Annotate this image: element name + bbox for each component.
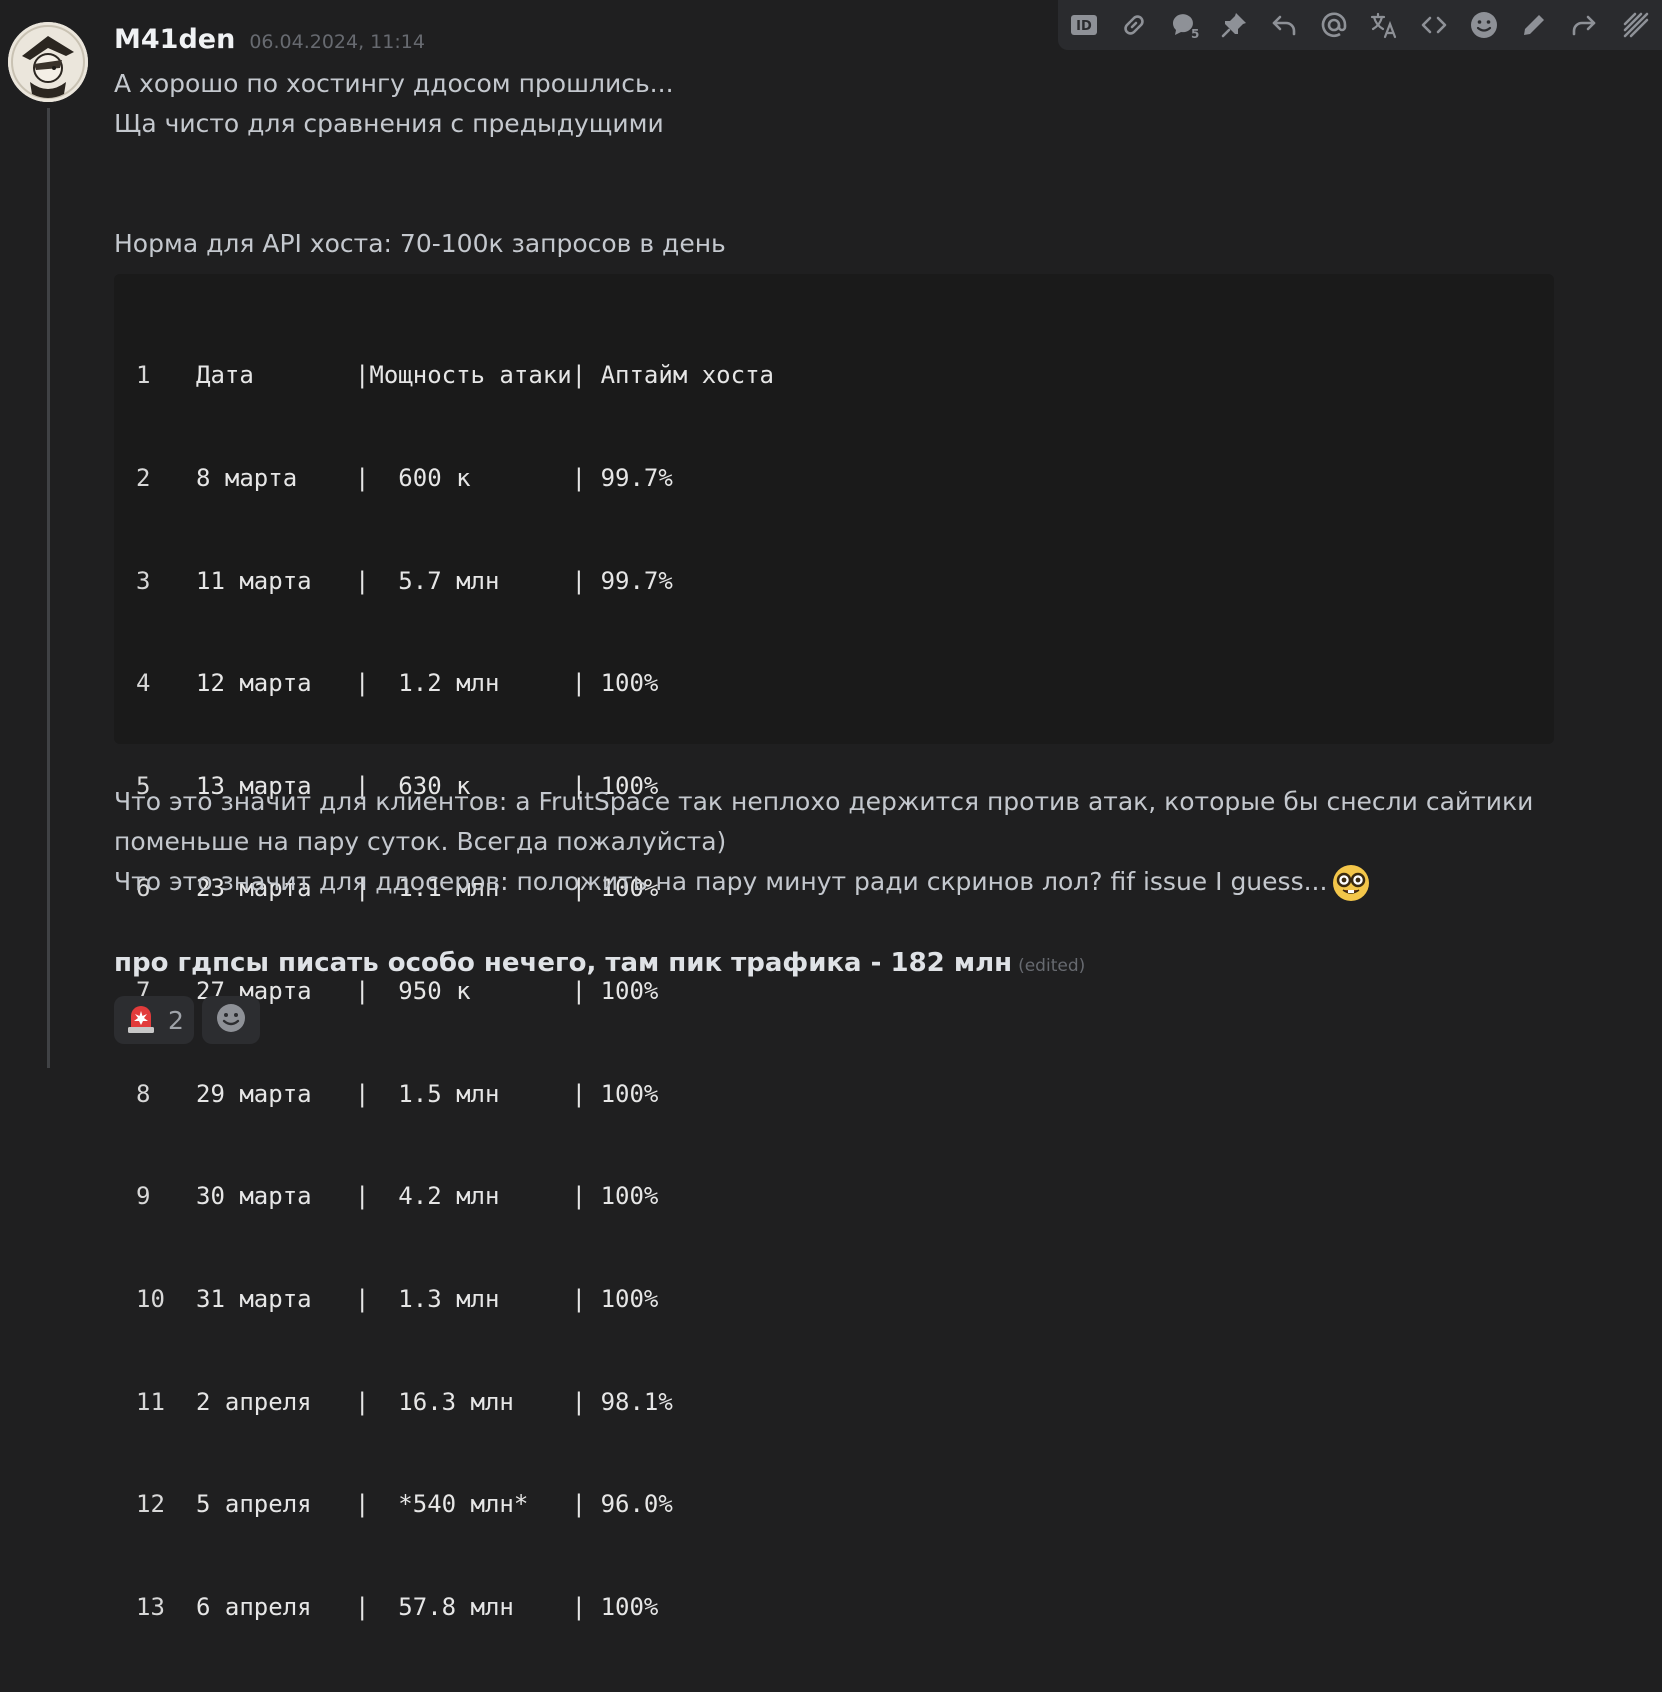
line-number: 2: [136, 464, 151, 493]
norm-line: Норма для API хоста: 70-100к запросов в …: [114, 229, 726, 258]
bold-text: про гдпсы писать особо нечего, там пик т…: [114, 948, 1013, 978]
line-number: 4: [136, 669, 151, 698]
reaction-siren[interactable]: 2: [114, 996, 194, 1044]
add-reaction-button[interactable]: [201, 996, 260, 1044]
line-number: 12: [136, 1490, 165, 1519]
code-row: 10 31 марта | 1.3 млн | 100%: [136, 1282, 1532, 1316]
code-text: 11 марта | 5.7 млн | 99.7%: [196, 566, 673, 595]
line-number: 9: [136, 1182, 151, 1211]
code-row: 3 11 марта | 5.7 млн | 99.7%: [136, 564, 1532, 598]
message: M41den 06.04.2024, 11:14 А хорошо по хос…: [114, 24, 1654, 1621]
code-row: 11 2 апреля | 16.3 млн | 98.1%: [136, 1385, 1532, 1419]
bold-line: про гдпсы писать особо нечего, там пик т…: [114, 943, 1654, 986]
message-header: M41den 06.04.2024, 11:14: [114, 24, 1654, 64]
code-text: 5 апреля | *540 млн* | 96.0%: [196, 1490, 673, 1519]
code-row: 13 6 апреля | 57.8 млн | 100%: [136, 1590, 1532, 1624]
avatar[interactable]: [8, 22, 88, 102]
nerd-face-emoji: [1331, 863, 1371, 903]
clients-line: Что это значит для клиентов: а FruitSpac…: [114, 787, 1534, 856]
line-number: 13: [136, 1592, 165, 1621]
edited-label: (edited): [1018, 956, 1086, 976]
code-row: 1 Дата |Мощность атаки| Аптайм хоста: [136, 358, 1532, 392]
code-row: 8 29 марта | 1.5 млн | 100%: [136, 1077, 1532, 1111]
add-reaction-icon: [215, 1002, 247, 1038]
code-row: 4 12 марта | 1.2 млн | 100%: [136, 666, 1532, 700]
code-block: 1 Дата |Мощность атаки| Аптайм хоста 2 8 м…: [114, 274, 1554, 1621]
code-row: 2 8 марта | 600 к | 99.7%: [136, 461, 1532, 495]
reaction-count: 2: [168, 1005, 184, 1035]
code-text: 2 апреля | 16.3 млн | 98.1%: [196, 1387, 673, 1416]
timestamp: 06.04.2024, 11:14: [249, 31, 425, 53]
code-text: 29 марта | 1.5 млн | 100%: [196, 1079, 659, 1108]
ddosers-line: Что это значит для ддосеров: положить на…: [114, 862, 1654, 903]
message-line: А хорошо по хостингу ддосом прошлись...: [114, 69, 674, 98]
username[interactable]: M41den: [114, 24, 235, 55]
thread-line: [47, 108, 50, 1068]
line-number: 11: [136, 1387, 165, 1416]
code-text: 30 марта | 4.2 млн | 100%: [196, 1182, 659, 1211]
message-line: Ща чисто для сравнения с предыдущими: [114, 109, 664, 138]
line-number: 3: [136, 566, 151, 595]
code-text: 6 апреля | 57.8 млн | 100%: [196, 1592, 659, 1621]
code-row: 12 5 апреля | *540 млн* | 96.0%: [136, 1487, 1532, 1521]
ddosers-text: Что это значит для ддосеров: положить на…: [114, 867, 1328, 896]
code-text: 31 марта | 1.3 млн | 100%: [196, 1284, 659, 1313]
line-number: 10: [136, 1284, 165, 1313]
line-number: 8: [136, 1079, 151, 1108]
code-row: 9 30 марта | 4.2 млн | 100%: [136, 1179, 1532, 1213]
code-text: Дата |Мощность атаки| Аптайм хоста: [196, 361, 774, 390]
code-text: 8 марта | 600 к | 99.7%: [196, 464, 673, 493]
siren-emoji: [124, 1001, 158, 1039]
line-number: 1: [136, 361, 151, 390]
code-text: 12 марта | 1.2 млн | 100%: [196, 669, 659, 698]
